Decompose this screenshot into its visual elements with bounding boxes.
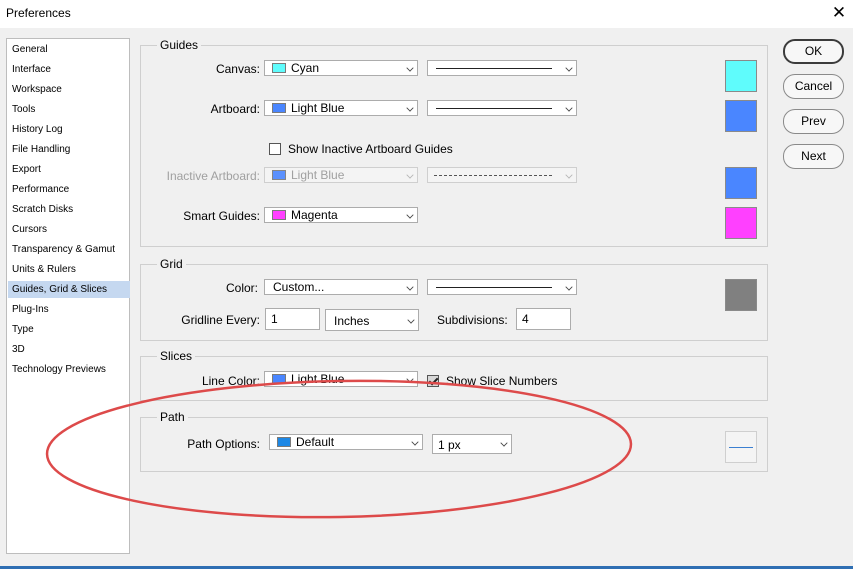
chevron-down-icon <box>565 104 573 112</box>
inactive-artboard-color-swatch[interactable] <box>725 167 757 199</box>
prev-button[interactable]: Prev <box>783 109 844 134</box>
chevron-down-icon <box>406 104 414 112</box>
grid-style-dropdown[interactable] <box>427 279 577 295</box>
path-preview-line-icon <box>729 447 753 448</box>
guides-title: Guides <box>157 38 202 52</box>
gridline-unit-dropdown[interactable]: Inches <box>325 309 419 331</box>
chevron-down-icon <box>406 283 414 291</box>
chevron-down-icon <box>565 283 573 291</box>
show-inactive-artboard-checkbox[interactable] <box>269 143 281 155</box>
gridline-unit-value: Inches <box>334 314 370 328</box>
path-options-dropdown[interactable]: Default <box>269 434 423 450</box>
slice-line-color-value: Light Blue <box>291 372 345 386</box>
sidebar-item-plug-ins[interactable]: Plug-Ins <box>8 301 130 318</box>
light-blue-swatch-icon <box>272 374 286 384</box>
sidebar-item-export[interactable]: Export <box>8 161 130 178</box>
smart-guides-color-value: Magenta <box>291 208 338 222</box>
solid-line-icon <box>436 287 552 288</box>
show-slice-numbers-label: Show Slice Numbers <box>446 374 558 388</box>
light-blue-swatch-icon <box>272 103 286 113</box>
sidebar-item-3d[interactable]: 3D <box>8 341 130 358</box>
chevron-down-icon <box>406 211 414 219</box>
solid-line-icon <box>436 108 552 109</box>
grid-color-dropdown[interactable]: Custom... <box>264 279 418 295</box>
slice-line-color-dropdown[interactable]: Light Blue <box>264 371 418 387</box>
chevron-down-icon <box>406 64 414 72</box>
grid-color-swatch[interactable] <box>725 279 757 311</box>
title-bar: Preferences ✕ <box>0 0 853 28</box>
show-inactive-artboard-label: Show Inactive Artboard Guides <box>288 142 453 156</box>
next-button[interactable]: Next <box>783 144 844 169</box>
sidebar-item-tools[interactable]: Tools <box>8 101 130 118</box>
inactive-artboard-color-value: Light Blue <box>291 168 345 182</box>
smart-guides-color-swatch[interactable] <box>725 207 757 239</box>
sidebar-item-performance[interactable]: Performance <box>8 181 130 198</box>
window-title: Preferences <box>6 6 71 20</box>
artboard-color-value: Light Blue <box>291 101 345 115</box>
slices-title: Slices <box>157 349 196 363</box>
path-title: Path <box>157 410 188 424</box>
chevron-down-icon <box>565 171 573 179</box>
preferences-sidebar: General Interface Workspace Tools Histor… <box>6 38 130 554</box>
sidebar-item-general[interactable]: General <box>8 41 130 58</box>
cyan-swatch-icon <box>272 63 286 73</box>
sidebar-item-interface[interactable]: Interface <box>8 61 130 78</box>
sidebar-item-cursors[interactable]: Cursors <box>8 221 130 238</box>
gridline-every-input[interactable]: 1 <box>265 308 320 330</box>
artboard-label: Artboard: <box>210 102 260 116</box>
close-icon[interactable]: ✕ <box>829 2 849 24</box>
chevron-down-icon <box>411 438 419 446</box>
chevron-down-icon <box>500 439 508 447</box>
inactive-artboard-label: Inactive Artboard: <box>166 169 260 183</box>
smart-guides-label: Smart Guides: <box>183 209 260 223</box>
grid-color-label: Color: <box>225 281 258 295</box>
path-width-value: 1 px <box>438 438 461 452</box>
artboard-style-dropdown[interactable] <box>427 100 577 116</box>
chevron-down-icon <box>406 375 414 383</box>
sidebar-item-type[interactable]: Type <box>8 321 130 338</box>
show-slice-numbers-checkbox[interactable] <box>427 375 439 387</box>
sidebar-item-scratch-disks[interactable]: Scratch Disks <box>8 201 130 218</box>
artboard-color-swatch[interactable] <box>725 100 757 132</box>
chevron-down-icon <box>565 64 573 72</box>
ok-button[interactable]: OK <box>783 39 844 64</box>
inactive-artboard-color-dropdown[interactable]: Light Blue <box>264 167 418 183</box>
subdivisions-input[interactable]: 4 <box>516 308 571 330</box>
path-options-value: Default <box>296 435 335 449</box>
path-width-dropdown[interactable]: 1 px <box>432 434 512 454</box>
inactive-artboard-style-dropdown[interactable] <box>427 167 577 183</box>
dashed-line-icon <box>434 175 552 176</box>
default-blue-swatch-icon <box>277 437 291 447</box>
sidebar-item-units-rulers[interactable]: Units & Rulers <box>8 261 130 278</box>
solid-line-icon <box>436 68 552 69</box>
canvas-color-dropdown[interactable]: Cyan <box>264 60 418 76</box>
grid-color-value: Custom... <box>273 280 325 294</box>
chevron-down-icon <box>407 316 415 324</box>
path-preview-swatch <box>725 431 757 463</box>
light-blue-swatch-icon <box>272 170 286 180</box>
grid-title: Grid <box>157 257 186 271</box>
sidebar-item-technology-previews[interactable]: Technology Previews <box>8 361 130 378</box>
canvas-color-value: Cyan <box>291 61 320 75</box>
sidebar-item-file-handling[interactable]: File Handling <box>8 141 130 158</box>
sidebar-item-transparency-gamut[interactable]: Transparency & Gamut <box>8 241 130 258</box>
magenta-swatch-icon <box>272 210 286 220</box>
canvas-label: Canvas: <box>215 62 260 76</box>
artboard-color-dropdown[interactable]: Light Blue <box>264 100 418 116</box>
canvas-color-swatch[interactable] <box>725 60 757 92</box>
sidebar-item-guides-grid-slices[interactable]: Guides, Grid & Slices <box>8 281 130 298</box>
smart-guides-color-dropdown[interactable]: Magenta <box>264 207 418 223</box>
slice-line-color-label: Line Color: <box>201 374 260 388</box>
sidebar-item-history-log[interactable]: History Log <box>8 121 130 138</box>
cancel-button[interactable]: Cancel <box>783 74 844 99</box>
sidebar-item-workspace[interactable]: Workspace <box>8 81 130 98</box>
subdivisions-label: Subdivisions: <box>437 313 508 327</box>
chevron-down-icon <box>406 171 414 179</box>
gridline-every-label: Gridline Every: <box>181 313 260 327</box>
path-options-label: Path Options: <box>187 437 260 451</box>
grid-group <box>140 264 768 341</box>
canvas-style-dropdown[interactable] <box>427 60 577 76</box>
